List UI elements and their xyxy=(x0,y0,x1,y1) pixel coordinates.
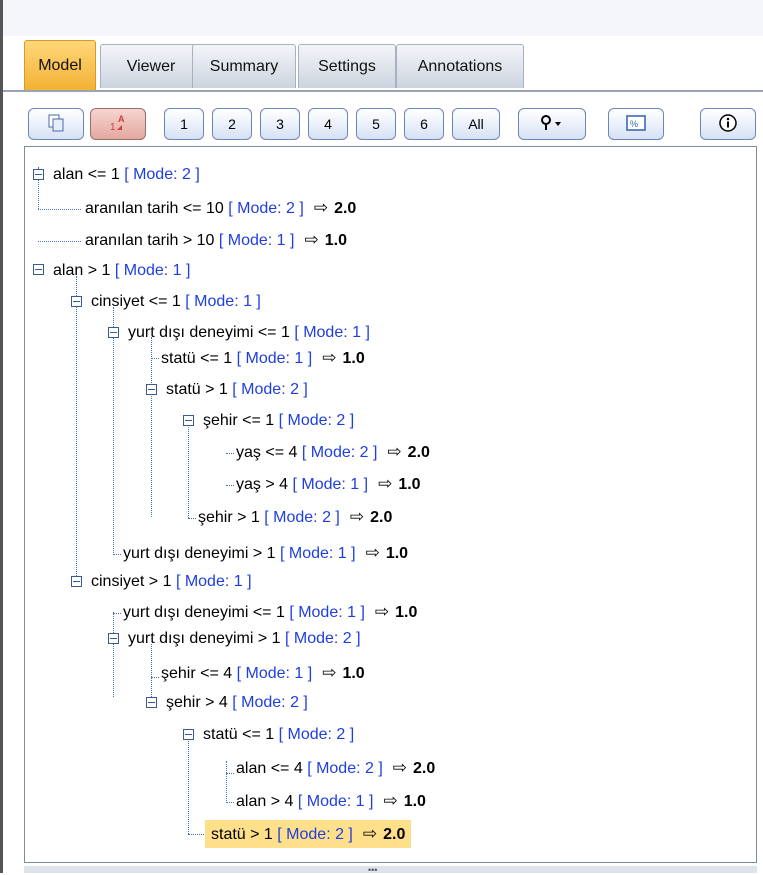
collapse-toggle-icon[interactable] xyxy=(183,729,194,740)
info-button[interactable] xyxy=(700,108,756,140)
tree-node[interactable]: şehir <= 1 [ Mode: 2 ] xyxy=(203,407,354,435)
arrow-icon: ⇨ xyxy=(304,230,319,249)
tree-node[interactable]: yurt dışı deneyimi <= 1 [ Mode: 1 ] ⇨ 1.0 xyxy=(123,598,417,626)
collapse-toggle-icon[interactable] xyxy=(71,576,82,587)
arrow-icon: ⇨ xyxy=(365,543,380,562)
toolbar: 1A 1 2 3 4 5 6 All % xyxy=(24,104,763,144)
arrow-icon: ⇨ xyxy=(349,507,365,526)
pin-dropdown-button[interactable] xyxy=(518,108,586,140)
tab-annotations[interactable]: Annotations xyxy=(396,44,524,88)
tree-node[interactable]: alan > 1 [ Mode: 1 ] xyxy=(53,257,190,285)
depth-4-button[interactable]: 4 xyxy=(308,108,348,140)
header-band xyxy=(3,0,763,36)
percent-button[interactable]: % xyxy=(608,108,664,140)
tree-node[interactable]: yurt dışı deneyimi > 1 [ Mode: 1 ] ⇨ 1.0 xyxy=(123,539,408,567)
collapse-toggle-icon[interactable] xyxy=(108,327,119,338)
depth-1-button[interactable]: 1 xyxy=(164,108,204,140)
collapse-toggle-icon[interactable] xyxy=(146,697,157,708)
tree-node[interactable]: şehir > 4 [ Mode: 2 ] xyxy=(166,689,308,717)
arrow-icon: ⇨ xyxy=(392,758,408,777)
tree-node[interactable]: şehir <= 4 [ Mode: 1 ] ⇨ 1.0 xyxy=(161,659,365,687)
tree-node[interactable]: yaş <= 4 [ Mode: 2 ] ⇨ 2.0 xyxy=(236,438,430,466)
tab-divider xyxy=(3,90,763,92)
tree-node[interactable]: cinsiyet > 1 [ Mode: 1 ] xyxy=(91,568,252,596)
collapse-toggle-icon[interactable] xyxy=(71,296,82,307)
arrow-icon: ⇨ xyxy=(322,663,337,682)
svg-text:1: 1 xyxy=(110,122,116,133)
copy-icon xyxy=(47,114,65,135)
depth-2-button[interactable]: 2 xyxy=(212,108,252,140)
percent-icon: % xyxy=(626,114,646,134)
arrow-icon: ⇨ xyxy=(387,442,402,461)
tree-node[interactable]: aranılan tarih > 10 [ Mode: 1 ] ⇨ 1.0 xyxy=(85,226,347,254)
pin-icon xyxy=(539,114,565,135)
arrow-icon: ⇨ xyxy=(322,348,337,367)
tree-node[interactable]: aranılan tarih <= 10 [ Mode: 2 ] ⇨ 2.0 xyxy=(85,194,356,222)
arrow-icon: ⇨ xyxy=(362,824,378,843)
tree-node[interactable]: alan > 4 [ Mode: 1 ] ⇨ 1.0 xyxy=(236,787,426,815)
tree-node[interactable]: yurt dışı deneyimi > 1 [ Mode: 2 ] xyxy=(128,625,361,653)
copy-button[interactable] xyxy=(28,108,84,140)
collapse-toggle-icon[interactable] xyxy=(33,264,44,275)
svg-text:%: % xyxy=(630,119,638,129)
depth-5-button[interactable]: 5 xyxy=(356,108,396,140)
tree-node[interactable]: alan <= 4 [ Mode: 2 ] ⇨ 2.0 xyxy=(236,754,435,782)
tree-node[interactable]: cinsiyet <= 1 [ Mode: 1 ] xyxy=(91,288,261,316)
tree-node[interactable]: yaş > 4 [ Mode: 1 ] ⇨ 1.0 xyxy=(236,470,421,498)
collapse-toggle-icon[interactable] xyxy=(33,169,44,180)
tree-node[interactable]: statü > 1 [ Mode: 2 ] xyxy=(166,376,308,404)
depth-3-button[interactable]: 3 xyxy=(260,108,300,140)
tab-settings[interactable]: Settings xyxy=(298,44,396,88)
collapse-toggle-icon[interactable] xyxy=(146,384,157,395)
info-icon xyxy=(719,113,737,135)
tree-node[interactable]: statü <= 1 [ Mode: 2 ] xyxy=(203,721,354,749)
collapse-toggle-icon[interactable] xyxy=(183,415,194,426)
resize-grip-icon[interactable]: ••• xyxy=(368,866,396,875)
tab-viewer[interactable]: Viewer xyxy=(100,44,202,88)
arrow-icon: ⇨ xyxy=(374,602,390,621)
depth-all-button[interactable]: All xyxy=(452,108,500,140)
svg-text:A: A xyxy=(118,114,125,124)
arrow-icon: ⇨ xyxy=(313,198,329,217)
window-edge xyxy=(0,0,3,873)
tab-model[interactable]: Model xyxy=(24,40,96,90)
tree-node-selected[interactable]: statü > 1 [ Mode: 2 ] ⇨ 2.0 xyxy=(205,820,412,848)
rule-id-icon: 1A xyxy=(107,113,129,136)
tree-node[interactable]: statü <= 1 [ Mode: 1 ] ⇨ 1.0 xyxy=(161,344,365,372)
depth-6-button[interactable]: 6 xyxy=(404,108,444,140)
tree-node[interactable]: yurt dışı deneyimi <= 1 [ Mode: 1 ] xyxy=(128,319,370,347)
tab-summary[interactable]: Summary xyxy=(192,44,296,88)
collapse-toggle-icon[interactable] xyxy=(108,633,119,644)
tree-node[interactable]: alan <= 1 [ Mode: 2 ] xyxy=(53,161,200,189)
arrow-icon: ⇨ xyxy=(383,791,398,810)
rule-id-button[interactable]: 1A xyxy=(90,108,146,140)
decision-tree-view: alan <= 1 [ Mode: 2 ] aranılan tarih <= … xyxy=(24,146,757,863)
arrow-icon: ⇨ xyxy=(378,474,393,493)
tree-node[interactable]: şehir > 1 [ Mode: 2 ] ⇨ 2.0 xyxy=(198,503,392,531)
